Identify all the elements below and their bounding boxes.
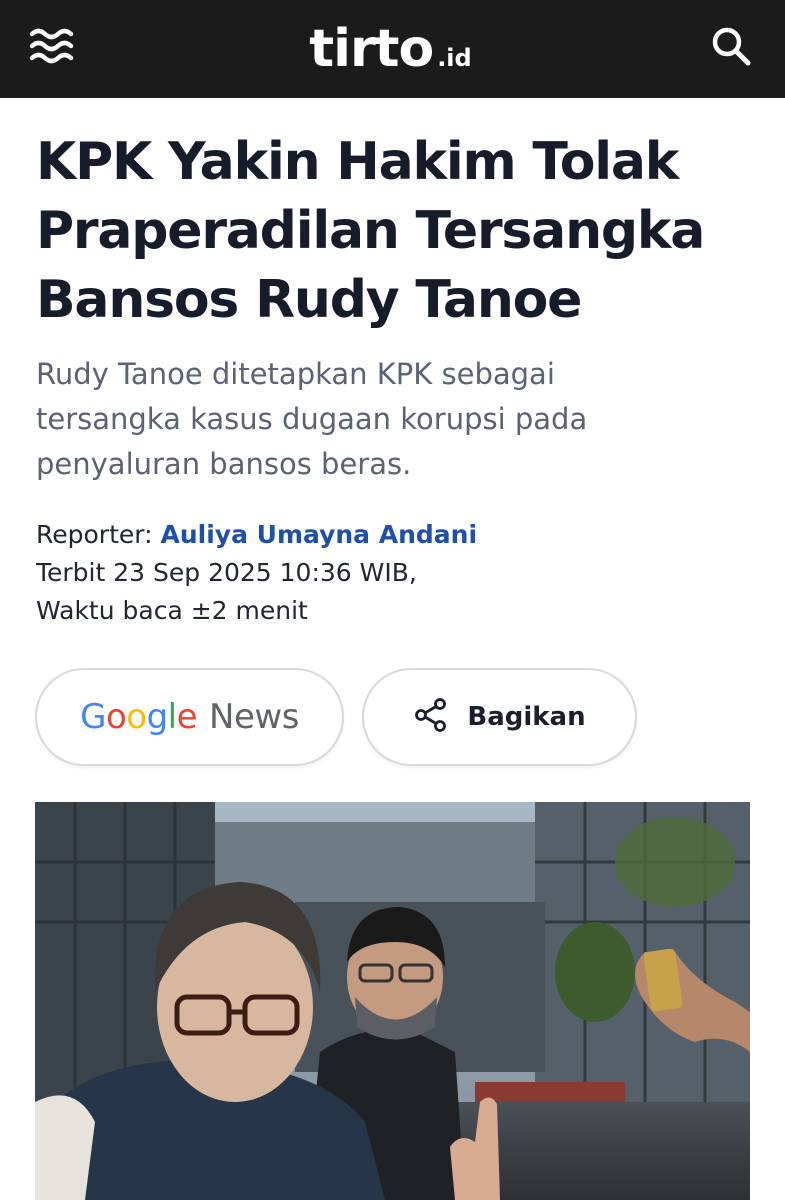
article-photo[interactable] [35, 802, 750, 1200]
top-bar: tirto .id [0, 0, 785, 98]
logo-wordmark: tirto [309, 19, 434, 79]
article-title: KPK Yakin Hakim Tolak Praperadilan Tersa… [36, 128, 756, 335]
lede-line-1: Rudy Tanoe ditetapkan KPK sebagai [36, 357, 555, 391]
google-news-logo: Google News [80, 697, 299, 737]
article-meta: Reporter: Auliya Umayna Andani Terbit 23… [36, 516, 736, 630]
tirto-logo[interactable]: tirto .id [309, 23, 471, 75]
title-line-1: KPK Yakin Hakim Tolak [36, 132, 679, 192]
reporter-row: Reporter: Auliya Umayna Andani [36, 516, 736, 554]
publish-date: Terbit 23 Sep 2025 10:36 WIB, [36, 558, 417, 587]
share-icon [413, 697, 449, 738]
logo-tld: .id [437, 44, 472, 72]
reporter-link[interactable]: Auliya Umayna Andani [160, 520, 477, 549]
title-line-3: Bansos Rudy Tanoe [36, 270, 582, 330]
share-label: Bagikan [467, 702, 586, 732]
wave-menu-icon[interactable] [28, 26, 78, 70]
search-icon[interactable] [707, 22, 757, 72]
reporter-label: Reporter: [36, 520, 153, 549]
lede-line-3: penyaluran bansos beras. [36, 447, 412, 481]
share-button[interactable]: Bagikan [362, 668, 637, 766]
google-news-button[interactable]: Google News [35, 668, 344, 766]
read-time: Waktu baca ±2 menit [36, 596, 308, 625]
google-wordmark: Google [80, 697, 198, 737]
lede-line-2: tersangka kasus dugaan korupsi pada [36, 402, 588, 436]
news-wordmark: News [209, 697, 299, 737]
article-lede: Rudy Tanoe ditetapkan KPK sebagai tersan… [36, 352, 736, 487]
title-line-2: Praperadilan Tersangka [36, 201, 705, 261]
